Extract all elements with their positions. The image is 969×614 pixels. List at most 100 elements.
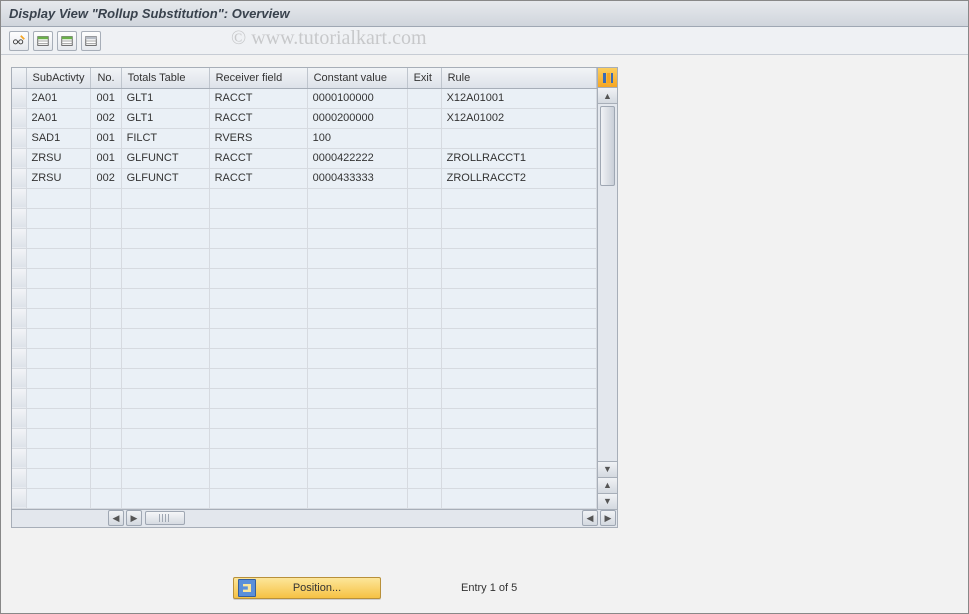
cell-receiver-field[interactable] xyxy=(209,408,307,428)
scroll-up2-button[interactable]: ▲ xyxy=(598,477,617,493)
col-totals-table[interactable]: Totals Table xyxy=(121,68,209,88)
hscroll-thumb[interactable] xyxy=(145,511,185,525)
cell-subactivity[interactable] xyxy=(26,248,91,268)
cell-rule[interactable] xyxy=(441,248,596,268)
table-row[interactable] xyxy=(12,208,597,228)
configure-columns-button[interactable] xyxy=(598,68,617,88)
cell-constant-value[interactable] xyxy=(307,288,407,308)
cell-receiver-field[interactable] xyxy=(209,308,307,328)
cell-exit[interactable] xyxy=(407,108,441,128)
cell-subactivity[interactable] xyxy=(26,268,91,288)
cell-rule[interactable] xyxy=(441,288,596,308)
cell-exit[interactable] xyxy=(407,308,441,328)
cell-totals-table[interactable] xyxy=(121,388,209,408)
cell-receiver-field[interactable] xyxy=(209,488,307,508)
row-selector[interactable] xyxy=(12,468,26,488)
cell-receiver-field[interactable] xyxy=(209,228,307,248)
cell-exit[interactable] xyxy=(407,408,441,428)
toggle-edit-button[interactable] xyxy=(9,31,29,51)
table-row[interactable] xyxy=(12,268,597,288)
cell-subactivity[interactable] xyxy=(26,408,91,428)
cell-constant-value[interactable] xyxy=(307,268,407,288)
cell-receiver-field[interactable] xyxy=(209,468,307,488)
col-subactivity[interactable]: SubActivty xyxy=(26,68,91,88)
table-row[interactable] xyxy=(12,408,597,428)
row-selector[interactable] xyxy=(12,308,26,328)
cell-exit[interactable] xyxy=(407,228,441,248)
cell-totals-table[interactable]: FILCT xyxy=(121,128,209,148)
cell-constant-value[interactable] xyxy=(307,308,407,328)
table-row[interactable]: SAD1001FILCTRVERS100 xyxy=(12,128,597,148)
cell-receiver-field[interactable] xyxy=(209,248,307,268)
cell-receiver-field[interactable]: RACCT xyxy=(209,88,307,108)
row-selector[interactable] xyxy=(12,88,26,108)
cell-exit[interactable] xyxy=(407,148,441,168)
cell-constant-value[interactable]: 0000100000 xyxy=(307,88,407,108)
table-row[interactable] xyxy=(12,388,597,408)
cell-no[interactable]: 001 xyxy=(91,88,121,108)
vertical-scroll-track[interactable] xyxy=(598,104,617,461)
cell-subactivity[interactable]: ZRSU xyxy=(26,168,91,188)
row-selector[interactable] xyxy=(12,168,26,188)
row-selector[interactable] xyxy=(12,408,26,428)
table-row[interactable]: ZRSU002GLFUNCTRACCT0000433333ZROLLRACCT2 xyxy=(12,168,597,188)
cell-rule[interactable] xyxy=(441,128,596,148)
row-selector[interactable] xyxy=(12,328,26,348)
cell-subactivity[interactable] xyxy=(26,288,91,308)
select-all-header[interactable] xyxy=(12,68,26,88)
cell-totals-table[interactable]: GLT1 xyxy=(121,88,209,108)
row-selector[interactable] xyxy=(12,368,26,388)
table-row[interactable] xyxy=(12,228,597,248)
table-row[interactable] xyxy=(12,448,597,468)
cell-exit[interactable] xyxy=(407,288,441,308)
col-constant-value[interactable]: Constant value xyxy=(307,68,407,88)
cell-rule[interactable] xyxy=(441,348,596,368)
cell-totals-table[interactable]: GLFUNCT xyxy=(121,148,209,168)
scroll-up-button[interactable]: ▲ xyxy=(598,88,617,104)
row-selector[interactable] xyxy=(12,148,26,168)
col-exit[interactable]: Exit xyxy=(407,68,441,88)
vertical-scroll-thumb[interactable] xyxy=(600,106,615,186)
table-row[interactable] xyxy=(12,428,597,448)
table-row[interactable] xyxy=(12,308,597,328)
cell-receiver-field[interactable] xyxy=(209,448,307,468)
cell-rule[interactable] xyxy=(441,328,596,348)
cell-subactivity[interactable]: ZRSU xyxy=(26,148,91,168)
cell-totals-table[interactable] xyxy=(121,448,209,468)
cell-constant-value[interactable] xyxy=(307,348,407,368)
cell-rule[interactable]: ZROLLRACCT1 xyxy=(441,148,596,168)
cell-constant-value[interactable]: 0000200000 xyxy=(307,108,407,128)
cell-receiver-field[interactable]: RACCT xyxy=(209,148,307,168)
table-row[interactable]: ZRSU001GLFUNCTRACCT0000422222ZROLLRACCT1 xyxy=(12,148,597,168)
row-selector[interactable] xyxy=(12,188,26,208)
cell-exit[interactable] xyxy=(407,368,441,388)
cell-exit[interactable] xyxy=(407,268,441,288)
cell-constant-value[interactable] xyxy=(307,468,407,488)
cell-totals-table[interactable] xyxy=(121,348,209,368)
cell-exit[interactable] xyxy=(407,448,441,468)
cell-constant-value[interactable]: 0000422222 xyxy=(307,148,407,168)
row-selector[interactable] xyxy=(12,228,26,248)
cell-subactivity[interactable] xyxy=(26,188,91,208)
cell-subactivity[interactable]: 2A01 xyxy=(26,88,91,108)
cell-exit[interactable] xyxy=(407,468,441,488)
cell-rule[interactable] xyxy=(441,308,596,328)
cell-receiver-field[interactable] xyxy=(209,348,307,368)
cell-receiver-field[interactable] xyxy=(209,288,307,308)
row-selector[interactable] xyxy=(12,388,26,408)
table-row[interactable] xyxy=(12,488,597,508)
cell-receiver-field[interactable] xyxy=(209,208,307,228)
cell-no[interactable] xyxy=(91,408,121,428)
table-action3-button[interactable] xyxy=(81,31,101,51)
cell-constant-value[interactable] xyxy=(307,248,407,268)
col-no[interactable]: No. xyxy=(91,68,121,88)
cell-no[interactable] xyxy=(91,268,121,288)
cell-constant-value[interactable] xyxy=(307,408,407,428)
cell-subactivity[interactable]: 2A01 xyxy=(26,108,91,128)
row-selector[interactable] xyxy=(12,428,26,448)
position-button[interactable]: Position... xyxy=(233,577,381,599)
cell-no[interactable] xyxy=(91,208,121,228)
table-row[interactable] xyxy=(12,328,597,348)
row-selector[interactable] xyxy=(12,108,26,128)
cell-rule[interactable] xyxy=(441,428,596,448)
